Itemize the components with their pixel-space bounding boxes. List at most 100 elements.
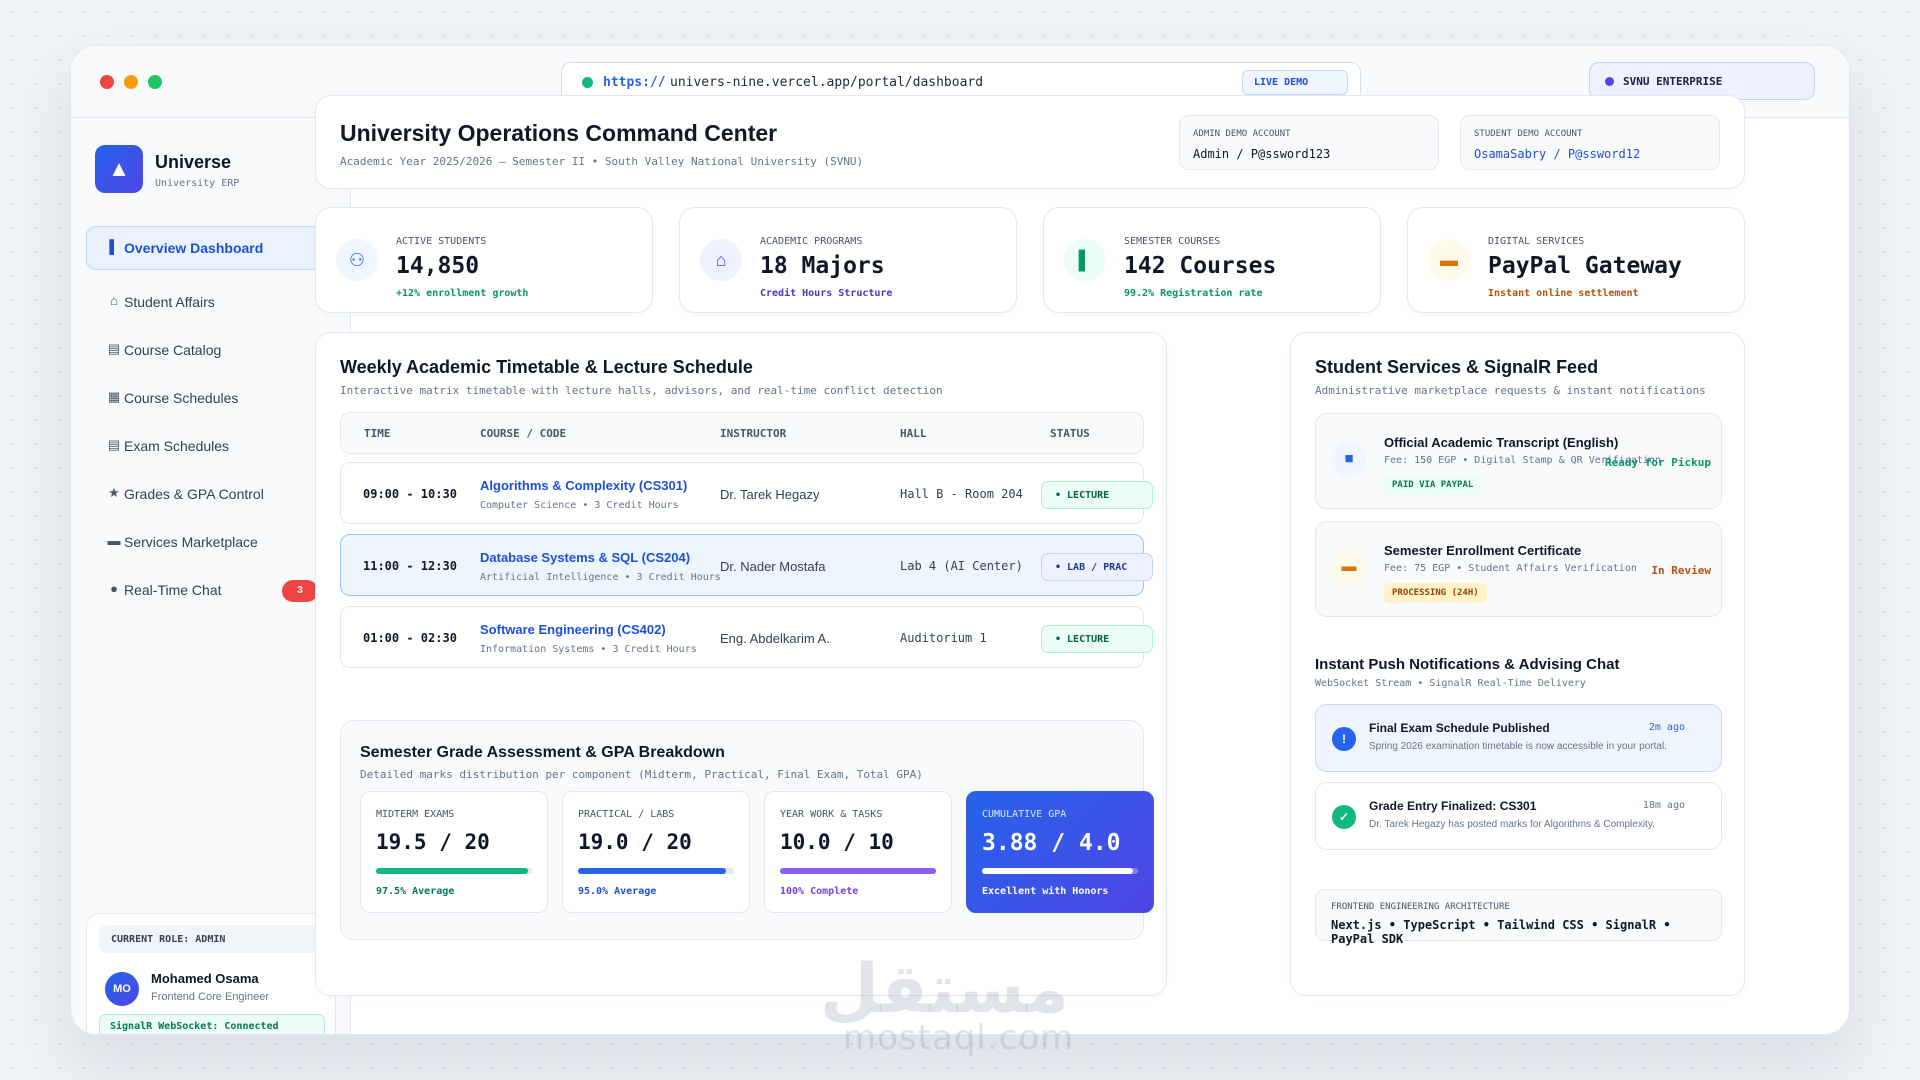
role-label: CURRENT ROLE: ADMIN [99,925,325,953]
stat-value: 142 Courses [1124,253,1277,279]
service-request-item[interactable]: ■ Official Academic Transcript (English) F… [1315,413,1722,509]
institution-icon: ⌂ [700,239,742,281]
sidebar-item-label: Real-Time Chat [124,582,222,598]
grade-label: YEAR WORK & TASKS [780,809,883,820]
students-icon: ⚇ [336,239,378,281]
grade-note: 100% Complete [780,886,859,897]
sidebar-item-exam-schedules[interactable]: ▤ Exam Schedules [86,424,336,468]
grade-card: CUMULATIVE GPA 3.88 / 4.0 Excellent with H… [966,791,1154,913]
graduation-cap-icon: ▲ [95,145,143,193]
course-link[interactable]: Algorithms & Complexity (CS301) [480,478,687,493]
column-header-instructor[interactable]: INSTRUCTOR [720,427,786,440]
student-demo-account[interactable]: STUDENT DEMO ACCOUNT OsamaSabry / P@sswo… [1460,115,1720,170]
chart-icon: ▌ [1064,239,1106,281]
time-cell: 09:00 - 10:30 [363,487,457,501]
current-user-card: CURRENT ROLE: ADMIN MO Mohamed Osama Fro… [86,913,336,1034]
sidebar-item-label: Course Schedules [124,390,239,406]
time-cell: 01:00 - 02:30 [363,631,457,645]
sidebar-item-overview-dashboard[interactable]: ▌ Overview Dashboard [86,226,336,270]
column-header-course[interactable]: COURSE / CODE [480,427,566,440]
secure-indicator-icon [582,77,593,88]
close-window-dot[interactable] [100,75,114,89]
grade-label: PRACTICAL / LABS [578,809,675,820]
table-row[interactable]: 11:00 - 12:30 Database Systems & SQL (CS2… [340,534,1153,596]
instructor-cell: Eng. Abdelkarim A. [720,631,830,646]
avatar[interactable]: MO [105,972,139,1006]
grades-title: Semester Grade Assessment & GPA Breakdow… [360,744,725,761]
grade-progress-fill [982,868,1134,874]
sidebar-item-student-affairs[interactable]: ⌂ Student Affairs [86,280,336,324]
grade-card: MIDTERM EXAMS 19.5 / 20 97.5% Average [360,791,548,913]
student-account-label: STUDENT DEMO ACCOUNT [1474,129,1583,139]
notifications-subtitle: WebSocket Stream • SignalR Real-Time Del… [1315,678,1586,689]
grade-progress-fill [780,868,936,874]
column-header-hall[interactable]: HALL [900,427,927,440]
table-row[interactable]: 09:00 - 10:30 Algorithms & Complexity (CS… [340,462,1153,524]
page-subtitle: Academic Year 2025/2026 — Semester II • … [340,155,864,168]
stat-value: 14,850 [396,253,480,279]
admin-demo-account[interactable]: ADMIN DEMO ACCOUNT Admin / P@ssword123 [1179,115,1439,170]
trophy-icon: ★ [108,485,120,500]
calendar-icon: ▦ [107,389,121,404]
document-icon: ■ [1331,441,1367,477]
services-card: Student Services & SignalR Feed Administ… [1290,332,1745,996]
course-department: Artificial Intelligence • 3 Credit Hours [480,572,721,583]
course-link[interactable]: Database Systems & SQL (CS204) [480,550,690,565]
card-icon: ▬ [1428,239,1470,281]
stat-note: Credit Hours Structure [760,288,893,299]
sidebar-item-label: Grades & GPA Control [124,486,264,502]
table-row[interactable]: 01:00 - 02:30 Software Engineering (CS402… [340,606,1153,668]
status-badge: • LAB / PRAC [1041,553,1153,581]
unread-count-badge: 3 [282,580,318,602]
service-request-item[interactable]: ▬ Semester Enrollment Certificate Fee: 75 … [1315,521,1722,617]
grade-note: Excellent with Honors [982,886,1109,897]
maximize-window-dot[interactable] [148,75,162,89]
service-tag-badge: PAID VIA PAYPAL [1384,475,1482,495]
stat-card: ⌂ ACADEMIC PROGRAMS 18 Majors Credit Hours … [679,207,1017,313]
timetable-title: Weekly Academic Timetable & Lecture Sche… [340,357,753,377]
notification-title: Final Exam Schedule Published [1369,721,1550,735]
grade-note: 97.5% Average [376,886,455,897]
hall-cell: Lab 4 (AI Center) [900,559,1023,573]
chat-icon: ● [110,581,118,596]
service-title: Official Academic Transcript (English) [1384,435,1619,450]
grade-card: PRACTICAL / LABS 19.0 / 20 95.0% Average [562,791,750,913]
notification-body: Spring 2026 examination timetable is now… [1369,741,1667,752]
admin-account-credentials: Admin / P@ssword123 [1193,147,1331,161]
grade-breakdown-panel: Semester Grade Assessment & GPA Breakdow… [340,720,1154,940]
grade-progress-track [982,868,1138,874]
timetable-header: TIME COURSE / CODE INSTRUCTOR HALL STATU… [340,412,1144,454]
status-badge: • LECTURE [1041,625,1153,653]
page-header: University Operations Command Center Aca… [315,95,1745,189]
grade-progress-track [578,868,734,874]
grade-label: CUMULATIVE GPA [982,809,1067,820]
sidebar-item-services-marketplace[interactable]: ▬ Services Marketplace [86,520,336,564]
status-badge: • LECTURE [1041,481,1153,509]
stat-note: 99.2% Registration rate [1124,288,1263,299]
column-header-time[interactable]: TIME [364,427,391,440]
sidebar-item-label: Student Affairs [124,294,215,310]
notification-item[interactable]: ! Final Exam Schedule Published Spring 202… [1315,704,1722,772]
service-title: Semester Enrollment Certificate [1384,543,1582,558]
grade-value: 3.88 / 4.0 [982,830,1121,856]
notifications-title: Instant Push Notifications & Advising Ch… [1315,656,1620,673]
column-header-status[interactable]: STATUS [1050,427,1090,440]
sidebar-item-grades-gpa-control[interactable]: ★ Grades & GPA Control [86,472,336,516]
sidebar-item-course-catalog[interactable]: ▤ Course Catalog [86,328,336,372]
stat-label: ACADEMIC PROGRAMS [760,236,863,247]
instructor-cell: Dr. Nader Mostafa [720,559,826,574]
sidebar-item-course-schedules[interactable]: ▦ Course Schedules [86,376,336,420]
grade-progress-fill [376,868,529,874]
grade-card: YEAR WORK & TASKS 10.0 / 10 100% Complete [764,791,952,913]
services-title: Student Services & SignalR Feed [1315,357,1599,377]
sidebar: ▲ Universe University ERP ▌ Overview Dash… [71,118,351,1034]
minimize-window-dot[interactable] [124,75,138,89]
notification-time: 18m ago [1642,800,1685,811]
grade-value: 10.0 / 10 [780,830,894,854]
course-link[interactable]: Software Engineering (CS402) [480,622,666,637]
user-name: Mohamed Osama [151,971,259,986]
notification-item[interactable]: ✓ Grade Entry Finalized: CS301 Dr. Tarek H… [1315,782,1722,850]
services-subtitle: Administrative marketplace requests & in… [1315,384,1706,397]
chart-bars-icon: ▌ [109,239,119,254]
sidebar-item-real-time-chat[interactable]: ● Real-Time Chat 3 [86,568,336,612]
